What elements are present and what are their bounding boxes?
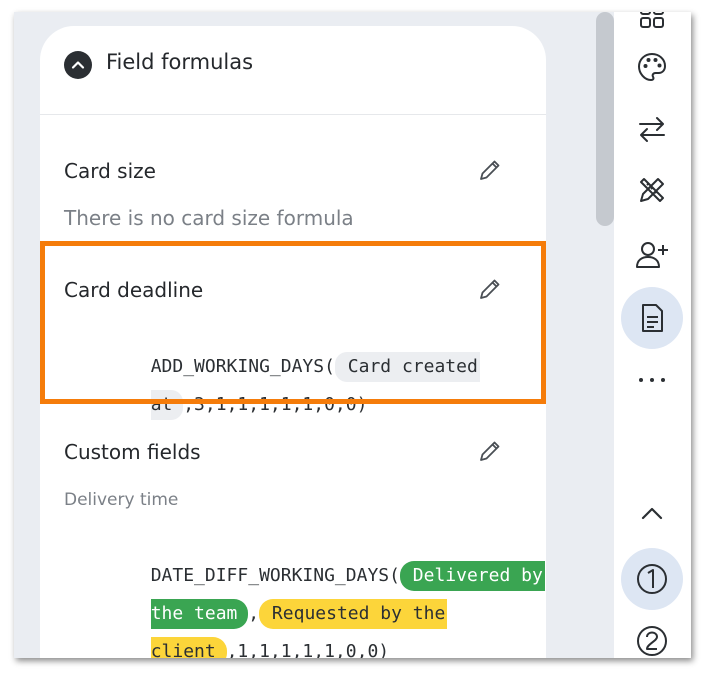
circled-1-icon <box>637 564 667 594</box>
document-button[interactable] <box>634 300 670 336</box>
pencil-icon <box>480 279 500 299</box>
collapse-button[interactable] <box>64 51 92 79</box>
chevron-up-icon <box>641 507 663 520</box>
scrollbar-thumb[interactable] <box>596 12 614 226</box>
panel-header: Field formulas <box>40 26 546 115</box>
field-formulas-panel: Field formulas Card size There is no car… <box>40 26 546 658</box>
formula-args: ,1,1,1,1,1,0,0) <box>226 641 390 658</box>
custom-field-name: Delivery time <box>64 490 179 510</box>
pencil-icon <box>480 160 500 180</box>
card-size-title: Card size <box>64 159 156 183</box>
step-1-button[interactable] <box>634 561 670 597</box>
palette-button[interactable] <box>634 49 670 85</box>
pencil-icon <box>480 441 500 461</box>
formula-args: ,3,1,1,1,1,1,0,0) <box>183 394 368 415</box>
card-deadline-title: Card deadline <box>64 278 204 302</box>
field-chip-card-created-cont: at <box>150 390 184 420</box>
custom-fields-edit-button[interactable] <box>477 438 503 464</box>
swap-button[interactable] <box>634 111 670 147</box>
add-user-icon <box>636 242 668 268</box>
add-user-button[interactable] <box>634 237 670 273</box>
palette-icon <box>637 52 667 82</box>
circled-2-icon <box>637 626 667 656</box>
grid-icon <box>640 12 664 28</box>
card-deadline-edit-button[interactable] <box>477 276 503 302</box>
more-icon <box>639 378 665 382</box>
step-2-button[interactable] <box>634 623 670 658</box>
right-toolbar <box>614 12 691 658</box>
card-size-empty-text: There is no card size formula <box>64 206 354 230</box>
app-window: Field formulas Card size There is no car… <box>14 12 691 658</box>
field-chip-requested-by-client-cont: client <box>150 637 227 658</box>
grid-button[interactable] <box>634 12 670 34</box>
design-tools-button[interactable] <box>634 172 670 208</box>
card-size-edit-button[interactable] <box>477 157 503 183</box>
swap-arrows-icon <box>639 117 665 142</box>
chevron-up-icon <box>71 61 85 69</box>
panel-title: Field formulas <box>106 50 254 74</box>
custom-fields-title: Custom fields <box>64 440 201 464</box>
more-button[interactable] <box>634 362 670 398</box>
design-tools-icon <box>640 178 664 202</box>
document-icon <box>642 304 663 332</box>
scroll-up-button[interactable] <box>634 496 670 532</box>
